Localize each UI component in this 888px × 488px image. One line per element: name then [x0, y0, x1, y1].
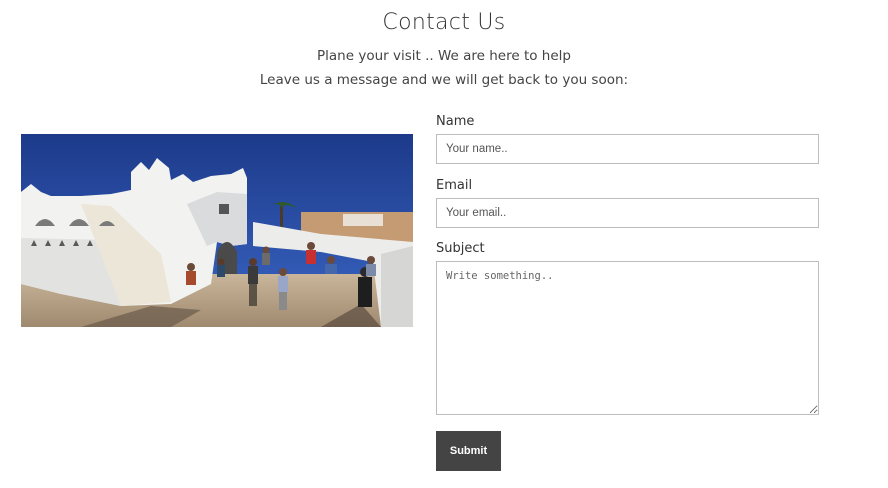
name-label: Name: [436, 114, 475, 129]
submit-button[interactable]: Submit: [436, 431, 501, 471]
email-label: Email: [436, 178, 473, 193]
subject-textarea[interactable]: [436, 261, 819, 415]
ghadames-old-town-photo: [21, 134, 413, 327]
email-input[interactable]: [436, 198, 819, 228]
name-input[interactable]: [436, 134, 819, 164]
page-subtitle: Plane your visit .. We are here to help: [317, 48, 571, 64]
photo-illustration: [21, 134, 413, 327]
page-title: Contact Us: [382, 10, 506, 35]
contact-page: Contact Us Plane your visit .. We are he…: [0, 0, 888, 488]
page-instructions: Leave us a message and we will get back …: [259, 72, 629, 88]
subject-label: Subject: [436, 241, 485, 256]
